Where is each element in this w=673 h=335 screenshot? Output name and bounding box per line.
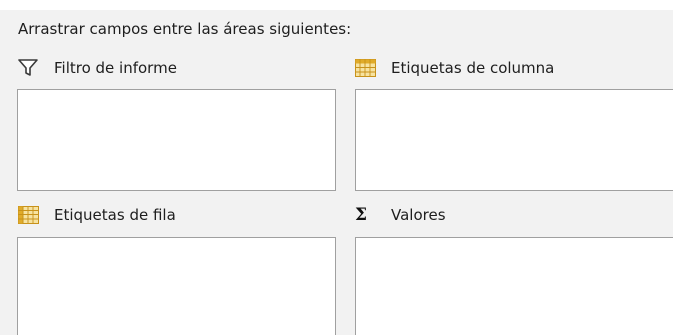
table-grid-icon bbox=[18, 205, 40, 225]
values-label: Valores bbox=[391, 206, 446, 224]
row-labels-header: Etiquetas de fila bbox=[18, 203, 176, 227]
report-filter-label: Filtro de informe bbox=[54, 59, 177, 77]
table-grid-icon bbox=[355, 58, 377, 78]
values-header: Σ Valores bbox=[355, 203, 446, 227]
column-labels-header: Etiquetas de columna bbox=[355, 56, 554, 80]
row-labels-drop-area[interactable] bbox=[17, 237, 336, 335]
top-strip bbox=[0, 0, 673, 10]
values-drop-area[interactable] bbox=[355, 237, 673, 335]
report-filter-drop-area[interactable] bbox=[17, 89, 336, 191]
column-labels-label: Etiquetas de columna bbox=[391, 59, 555, 77]
areas-instruction: Arrastrar campos entre las áreas siguien… bbox=[18, 20, 352, 38]
report-filter-header: Filtro de informe bbox=[18, 56, 177, 80]
filter-icon bbox=[18, 58, 40, 78]
sigma-glyph: Σ bbox=[355, 205, 368, 225]
row-labels-label: Etiquetas de fila bbox=[54, 206, 176, 224]
pivot-field-areas-panel: Arrastrar campos entre las áreas siguien… bbox=[0, 0, 673, 335]
sigma-icon: Σ bbox=[355, 205, 377, 225]
column-labels-drop-area[interactable] bbox=[355, 89, 673, 191]
